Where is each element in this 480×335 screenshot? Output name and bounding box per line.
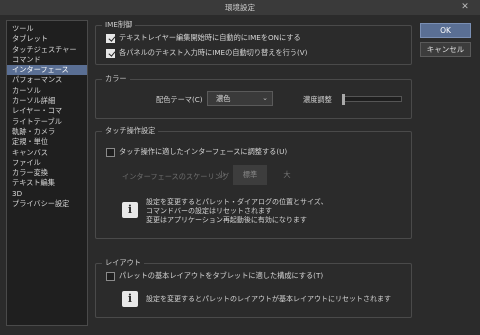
chevron-down-icon: ⌄ — [262, 94, 268, 102]
ime-group-title: IME制御 — [102, 20, 136, 30]
sidebar-item-tool[interactable]: ツール — [7, 24, 87, 34]
sidebar-item-command[interactable]: コマンド — [7, 55, 87, 65]
sidebar-item-touch-gesture[interactable]: タッチジェスチャー — [7, 45, 87, 55]
tablet-layout-checkbox[interactable] — [106, 271, 115, 281]
scale-standard-button[interactable]: 標準 — [233, 165, 267, 185]
ime-auto-on-option[interactable]: テキストレイヤー編集開始時に自動的にIMEをONにする — [106, 33, 301, 43]
layout-info-text: 設定を変更するとパレットのレイアウトが基本レイアウトにリセットされます — [146, 295, 391, 303]
sidebar-item-layer-frame[interactable]: レイヤー・コマ — [7, 106, 87, 116]
touch-interface-option[interactable]: タッチ操作に適したインターフェースに調整する(U) — [106, 147, 287, 157]
ime-auto-switch-checkbox[interactable] — [106, 48, 115, 58]
sidebar-item-cursor[interactable]: カーソル — [7, 86, 87, 96]
info-icon: i — [122, 202, 138, 218]
ime-auto-switch-label: 各パネルのテキスト入力時にIMEの自動切り替えを行う(V) — [119, 48, 308, 57]
touch-group: タッチ操作設定 タッチ操作に適したインターフェースに調整する(U) インターフェ… — [95, 126, 412, 239]
sidebar-item-cursor-detail[interactable]: カーソル詳細 — [7, 96, 87, 106]
touch-interface-label: タッチ操作に適したインターフェースに調整する(U) — [119, 147, 288, 156]
sidebar-item-path-camera[interactable]: 軌跡・カメラ — [7, 127, 87, 137]
layout-group-title: レイアウト — [102, 258, 144, 268]
sidebar-item-light-table[interactable]: ライトテーブル — [7, 117, 87, 127]
sidebar-item-file[interactable]: ファイル — [7, 158, 87, 168]
color-theme-value: 濃色 — [216, 94, 231, 103]
touch-interface-checkbox[interactable] — [106, 147, 115, 157]
window-title: 環境設定 — [225, 3, 255, 12]
sidebar-item-color-conversion[interactable]: カラー変換 — [7, 168, 87, 178]
density-slider-handle[interactable] — [342, 94, 345, 105]
layout-group: レイアウト パレットの基本レイアウトをタブレットに適した構成にする(T) i 設… — [95, 258, 412, 318]
category-sidebar: ツール タブレット タッチジェスチャー コマンド インターフェース パフォーマン… — [6, 20, 88, 326]
ime-auto-switch-option[interactable]: 各パネルのテキスト入力時にIMEの自動切り替えを行う(V) — [106, 48, 308, 58]
scale-small-button[interactable]: 小 — [210, 165, 233, 185]
sidebar-item-canvas[interactable]: キャンバス — [7, 148, 87, 158]
sidebar-item-text-edit[interactable]: テキスト編集 — [7, 178, 87, 188]
ime-auto-on-checkbox[interactable] — [106, 33, 115, 43]
touch-group-title: タッチ操作設定 — [102, 126, 159, 136]
ime-auto-on-label: テキストレイヤー編集開始時に自動的にIMEをONにする — [119, 33, 301, 42]
ok-button[interactable]: OK — [420, 23, 471, 38]
sidebar-item-performance[interactable]: パフォーマンス — [7, 75, 87, 85]
scale-large-button[interactable]: 大 — [269, 165, 305, 185]
touch-info-line1: 設定を変更するとパレット・ダイアログの位置とサイズ、 — [146, 198, 328, 206]
color-theme-select[interactable]: 濃色 ⌄ — [207, 91, 273, 106]
tablet-layout-option[interactable]: パレットの基本レイアウトをタブレットに適した構成にする(T) — [106, 271, 323, 281]
sidebar-item-interface[interactable]: インターフェース — [7, 65, 87, 76]
density-label: 濃度調整 — [303, 95, 332, 104]
density-slider[interactable] — [342, 94, 402, 105]
touch-info-line2: コマンドバーの設定はリセットされます — [146, 207, 272, 215]
title-bar: 環境設定 ✕ — [0, 0, 480, 15]
info-icon: i — [122, 291, 138, 307]
sidebar-item-tablet[interactable]: タブレット — [7, 34, 87, 44]
sidebar-item-ruler-unit[interactable]: 定規・単位 — [7, 137, 87, 147]
tablet-layout-label: パレットの基本レイアウトをタブレットに適した構成にする(T) — [119, 271, 324, 280]
cancel-button[interactable]: キャンセル — [420, 42, 471, 57]
color-group-title: カラー — [102, 74, 130, 84]
sidebar-item-3d[interactable]: 3D — [7, 189, 87, 199]
sidebar-item-privacy[interactable]: プライバシー設定 — [7, 199, 87, 209]
color-theme-label: 配色テーマ(C) — [156, 95, 203, 104]
close-icon[interactable]: ✕ — [458, 0, 472, 15]
touch-info-line3: 変更はアプリケーション再起動後に有効になります — [146, 216, 307, 224]
ime-group: IME制御 テキストレイヤー編集開始時に自動的にIMEをONにする 各パネルのテ… — [95, 20, 412, 65]
color-group: カラー 配色テーマ(C) 濃色 ⌄ 濃度調整 — [95, 74, 412, 119]
